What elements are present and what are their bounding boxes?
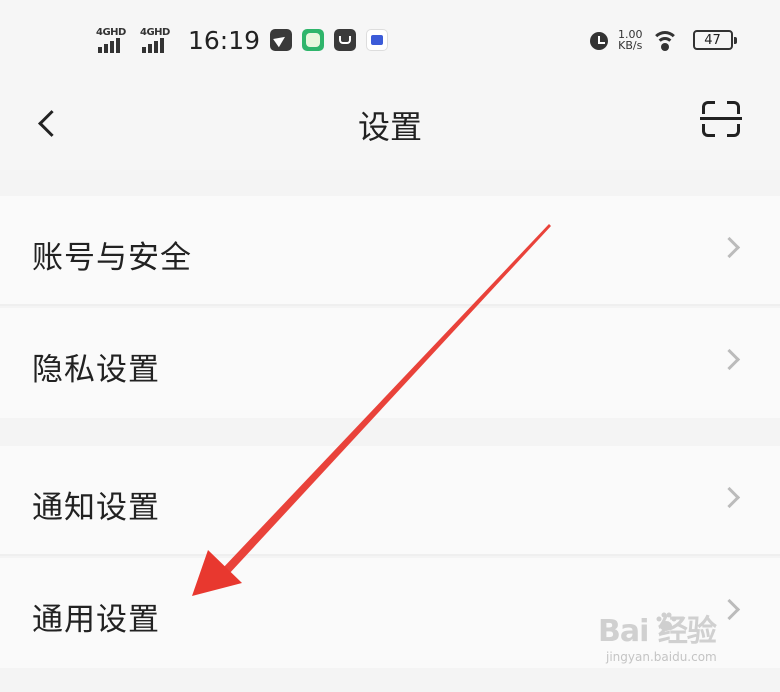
annotation-arrow bbox=[192, 224, 551, 596]
paw-icon bbox=[656, 612, 677, 631]
watermark-url: jingyan.baidu.com bbox=[606, 650, 717, 664]
baidu-watermark: Bai 经验 jingyan.baidu.com bbox=[598, 606, 748, 686]
annotation-arrow-shaft bbox=[222, 224, 551, 575]
